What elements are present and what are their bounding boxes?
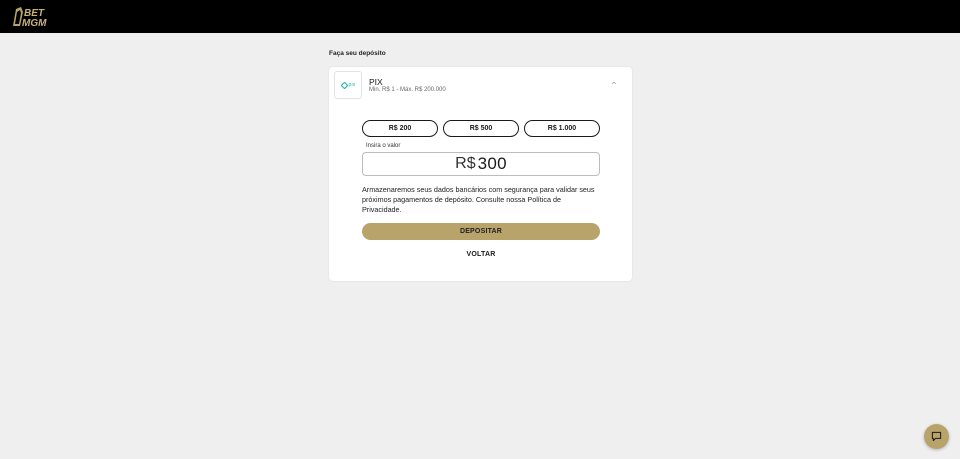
privacy-notice: Armazenaremos seus dados bancários com s… bbox=[362, 185, 595, 214]
top-navigation-bar: BET MGM bbox=[0, 0, 960, 33]
deposit-card: pix PIX Min. R$ 1 - Máx. R$ 200.000 R$ 2… bbox=[329, 67, 632, 281]
amount-option-1000-button[interactable]: R$ 1.000 bbox=[524, 120, 600, 137]
page-title: Faça seu depósito bbox=[329, 50, 386, 57]
pix-logo-icon: pix bbox=[334, 71, 362, 99]
svg-text:MGM: MGM bbox=[22, 18, 47, 27]
pix-diamond-icon bbox=[340, 81, 348, 89]
betmgm-logo-mark: BET MGM bbox=[13, 7, 47, 27]
deposit-button[interactable]: DEPOSITAR bbox=[362, 223, 600, 240]
amount-option-500-button[interactable]: R$ 500 bbox=[443, 120, 519, 137]
chat-button[interactable] bbox=[924, 424, 949, 449]
amount-input-label: Insira o valor bbox=[366, 143, 401, 149]
back-button[interactable]: VOLTAR bbox=[362, 248, 600, 260]
betmgm-logo[interactable]: BET MGM bbox=[12, 6, 52, 27]
amount-input[interactable]: R$ 300 bbox=[362, 152, 600, 176]
payment-method-name: PIX bbox=[369, 77, 383, 87]
amount-option-200-button[interactable]: R$ 200 bbox=[362, 120, 438, 137]
quick-amount-options: R$ 200 R$ 500 R$ 1.000 bbox=[362, 120, 600, 137]
payment-method-limits: Min. R$ 1 - Máx. R$ 200.000 bbox=[369, 87, 446, 93]
chevron-up-icon[interactable] bbox=[611, 80, 617, 86]
pix-logo-text: pix bbox=[348, 82, 356, 88]
amount-value[interactable]: 300 bbox=[478, 154, 507, 174]
chat-icon bbox=[931, 431, 942, 442]
currency-symbol: R$ bbox=[455, 155, 476, 172]
